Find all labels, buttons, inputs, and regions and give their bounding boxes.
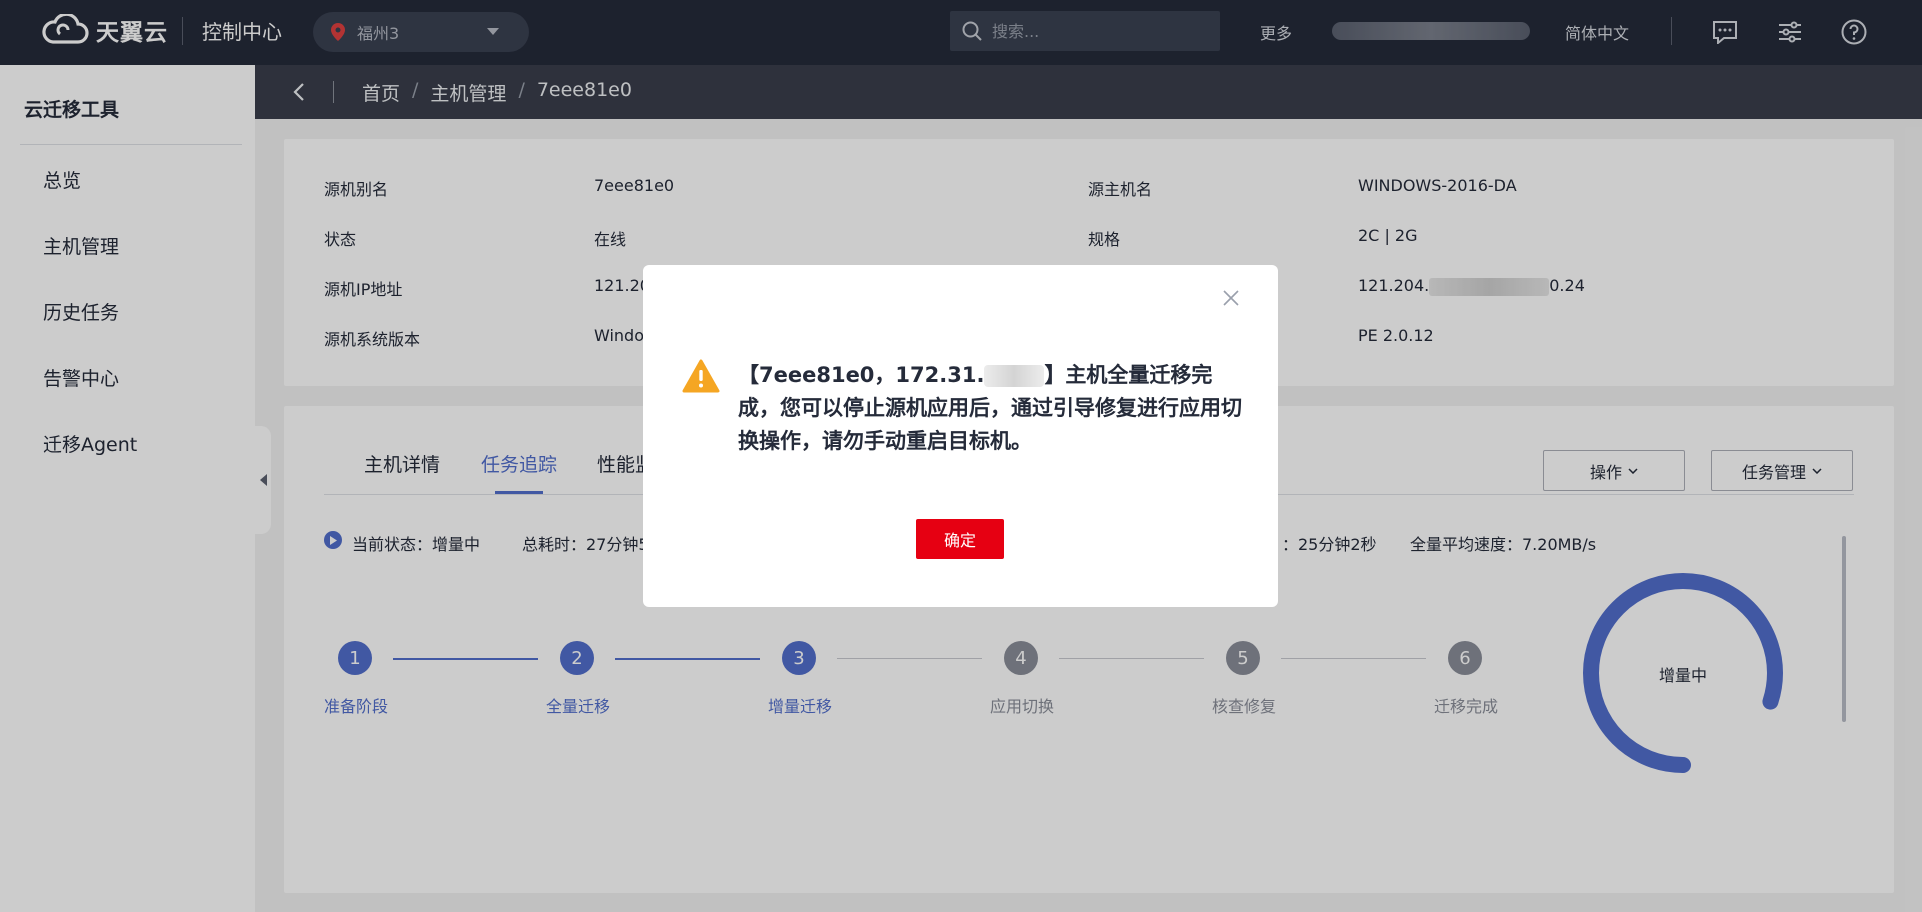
close-button[interactable] xyxy=(1222,289,1242,309)
warning-icon xyxy=(682,359,720,397)
confirm-button[interactable]: 确定 xyxy=(916,519,1004,559)
dialog-message: 【7eee81e0，172.31. 】主机全量迁移完成，您可以停止源机应用后，通过… xyxy=(738,363,1242,453)
redacted-mask xyxy=(984,365,1045,387)
confirm-dialog: 【7eee81e0，172.31. 】主机全量迁移完成，您可以停止源机应用后，通过… xyxy=(643,265,1278,607)
close-icon xyxy=(1223,290,1239,306)
